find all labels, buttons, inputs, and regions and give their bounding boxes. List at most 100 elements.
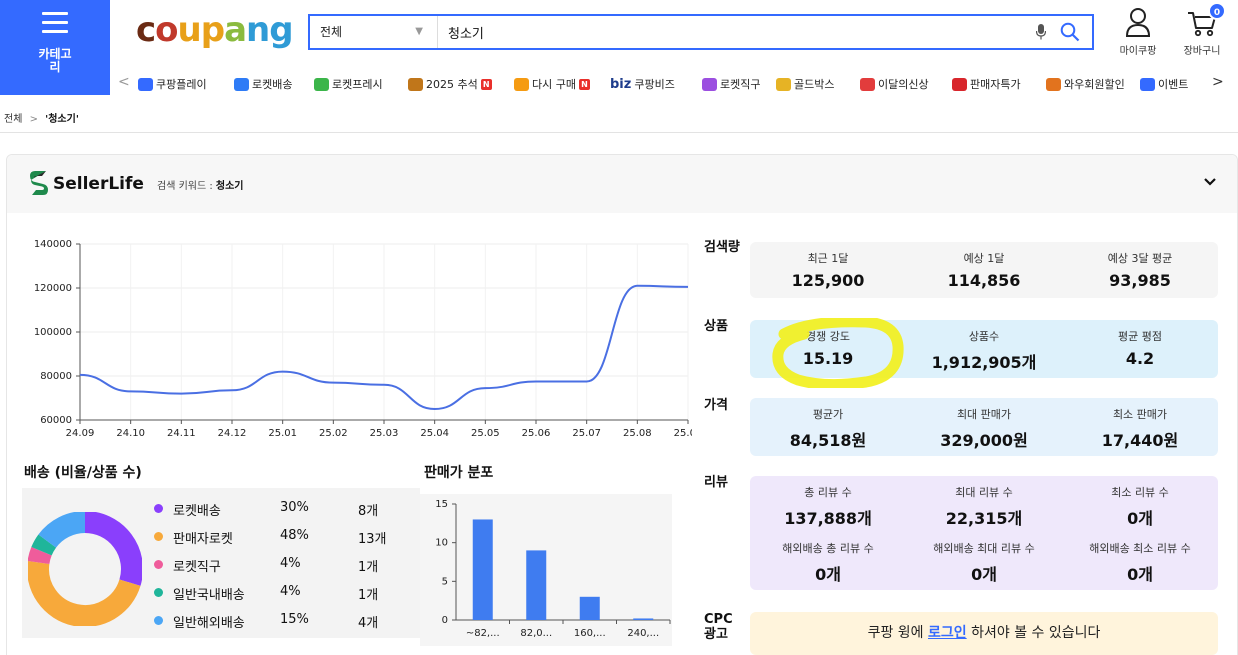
event-icon: [1140, 77, 1155, 91]
stat-cell: 상품수 1,912,905개: [906, 328, 1062, 373]
nav-item-label: 2025 추석: [426, 78, 478, 91]
stat-value: 0개: [815, 565, 841, 584]
wow-icon: [1046, 77, 1061, 91]
price-box: 평균가 84,518원 최대 판매가 329,000원 최소 판매가 17,440원: [750, 398, 1218, 456]
nav-item[interactable]: 이벤트: [1140, 76, 1200, 92]
chuseok-icon: [408, 77, 423, 91]
nav-item[interactable]: 와우회원할인: [1046, 76, 1125, 92]
nav-item[interactable]: 로켓배송: [234, 76, 292, 92]
donut-slice: [38, 512, 86, 549]
legend-name: 로켓배송: [173, 504, 221, 519]
search-input[interactable]: [448, 16, 988, 48]
delivery-donut-chart: [28, 512, 142, 626]
coupang-logo[interactable]: coupang: [136, 10, 294, 50]
price-bar: [526, 550, 547, 620]
search-icon[interactable]: [1060, 22, 1080, 42]
nav-item[interactable]: 로켓직구: [702, 76, 760, 92]
legend-count: 8개: [358, 504, 379, 519]
x-tick-label: 25.08: [623, 428, 652, 439]
x-tick-label: 24.09: [66, 428, 95, 439]
nav-item[interactable]: 다시 구매 N: [514, 76, 590, 92]
rebuy-icon: [514, 77, 529, 91]
goldbox-icon: [776, 77, 791, 91]
donut-slice: [28, 560, 141, 626]
play-icon: [138, 77, 153, 91]
nav-next-icon[interactable]: >: [1212, 74, 1224, 90]
stat-value: 4.2: [1125, 349, 1155, 368]
stat-cell: 최대 판매가 329,000원: [906, 406, 1062, 451]
x-tick-label: 82,0...: [520, 628, 552, 639]
review-label: 리뷰: [704, 475, 728, 490]
logo-letter: p: [200, 10, 225, 50]
caret-down-icon: ▼: [415, 26, 423, 37]
nav-item[interactable]: 로켓프레시: [314, 76, 383, 92]
nav-prev-icon[interactable]: <: [118, 74, 130, 90]
cpc-text-after: 하셔야 볼 수 있습니다: [966, 625, 1101, 641]
price-bar: [633, 618, 654, 620]
nav-item[interactable]: 이달의신상: [860, 76, 929, 92]
nav-item-label: 이달의신상: [878, 78, 929, 91]
legend-percent: 4%: [280, 584, 301, 599]
sellerlife-brand: SellerLife: [53, 174, 144, 194]
price-label: 가격: [704, 398, 728, 413]
legend-percent: 15%: [280, 612, 309, 627]
search-category-select[interactable]: 전체 ▼: [310, 16, 438, 48]
y-tick-label: 5: [442, 576, 448, 587]
cart-button[interactable]: 0 장바구니: [1172, 2, 1232, 57]
stat-label: 예상 1달: [963, 252, 1005, 265]
search-keyword-label: 검색 키워드 :: [157, 181, 216, 192]
price-distribution-title: 판매가 분포: [424, 465, 494, 481]
search-keyword: 검색 키워드 : 청소기: [157, 177, 244, 192]
legend-name: 일반국내배송: [173, 588, 245, 603]
chevron-down-icon[interactable]: [1203, 177, 1217, 187]
x-tick-label: 25.09: [674, 428, 692, 439]
legend-name: 일반해외배송: [173, 616, 245, 631]
nav-item-label: 판매자특가: [970, 78, 1021, 91]
nav-item[interactable]: 2025 추석 N: [408, 76, 492, 92]
legend-count: 4개: [358, 616, 379, 631]
x-tick-label: 25.01: [268, 428, 297, 439]
divider: [0, 132, 1238, 133]
stat-value: 114,856: [947, 271, 1021, 290]
y-tick-label: 140000: [34, 239, 72, 250]
stat-cell: 해외배송 최대 리뷰 수 0개: [906, 540, 1062, 585]
delivery-title: 배송 (비율/상품 수): [24, 465, 142, 481]
y-tick-label: 10: [435, 538, 448, 549]
logo-letter: n: [246, 10, 270, 50]
x-tick-label: 25.03: [370, 428, 399, 439]
login-link[interactable]: 로그인: [928, 625, 967, 641]
legend-dot-icon: [154, 560, 163, 569]
nav-item-label: 로켓프레시: [332, 78, 383, 91]
nav-item[interactable]: 판매자특가: [952, 76, 1021, 92]
stat-label: 최소 리뷰 수: [1111, 486, 1169, 499]
x-tick-label: 24.10: [116, 428, 145, 439]
stat-value: 17,440원: [1101, 431, 1179, 450]
nav-item[interactable]: biz 쿠팡비즈: [610, 76, 675, 92]
nav-item[interactable]: 골드박스: [776, 76, 834, 92]
x-tick-label: 25.06: [522, 428, 551, 439]
stat-value: 84,518원: [789, 431, 867, 450]
stat-cell: 최소 판매가 17,440원: [1062, 406, 1218, 451]
legend-count: 1개: [358, 588, 379, 603]
stat-cell: 최소 리뷰 수 0개: [1062, 484, 1218, 529]
highlight-marker-annotation: [772, 318, 904, 388]
breadcrumb-root[interactable]: 전체: [4, 114, 22, 125]
stat-label: 총 리뷰 수: [804, 486, 852, 499]
stat-value: 1,912,905개: [931, 353, 1037, 372]
microphone-icon[interactable]: [1036, 24, 1046, 40]
nav-item[interactable]: 쿠팡플레이: [138, 76, 207, 92]
breadcrumb-current: '청소기': [45, 114, 79, 125]
cpc-text-before: 쿠팡 윙에: [867, 625, 929, 641]
x-tick-label: 25.02: [319, 428, 348, 439]
stat-label: 상품수: [968, 330, 1000, 343]
y-tick-label: 120000: [34, 283, 72, 294]
category-menu-button[interactable]: 카테고리: [0, 0, 110, 95]
legend-count: 13개: [358, 532, 387, 547]
cpc-ad-box: 쿠팡 윙에 로그인 하셔야 볼 수 있습니다: [750, 612, 1218, 655]
breadcrumb-separator-icon: >: [29, 114, 38, 125]
donut-slice: [28, 547, 52, 565]
my-coupang-button[interactable]: 마이쿠팡: [1110, 8, 1166, 57]
logo-letter: c: [136, 10, 156, 50]
search-volume-line-chart: 60000 80000 100000 120000 140000 24.09 24.10 24…: [34, 239, 692, 439]
stat-value: 93,985: [1109, 271, 1171, 290]
